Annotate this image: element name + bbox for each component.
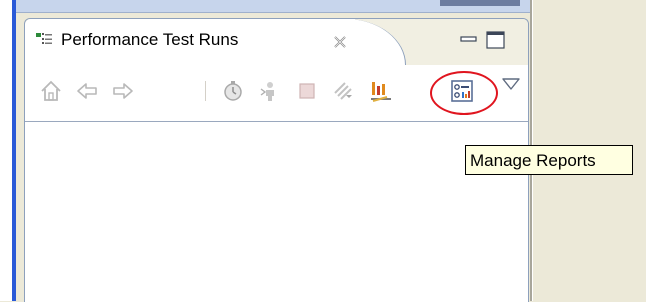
toolbar-separator	[205, 81, 206, 101]
home-icon[interactable]	[39, 79, 63, 103]
maximize-icon[interactable]	[485, 30, 507, 50]
upper-panel-scrollbar	[440, 0, 520, 6]
forward-arrow-icon[interactable]	[111, 79, 135, 103]
close-icon[interactable]	[333, 34, 347, 48]
back-arrow-icon[interactable]	[75, 79, 99, 103]
view-toolbar	[25, 65, 528, 121]
highlight-circle	[430, 71, 498, 115]
minimize-icon[interactable]	[459, 32, 479, 46]
manage-reports-tooltip: Manage Reports	[465, 145, 633, 175]
view-tab[interactable]: Performance Test Runs	[25, 19, 355, 65]
performance-test-runs-view: Performance Test Runs	[24, 18, 529, 302]
stop-icon[interactable]	[295, 79, 319, 103]
test-runs-view-icon	[35, 31, 53, 47]
left-margin	[0, 0, 12, 301]
window-left-border	[12, 0, 16, 301]
view-title: Performance Test Runs	[61, 30, 239, 49]
reports-chart-icon[interactable]	[369, 79, 393, 103]
timer-run-icon[interactable]	[221, 79, 245, 103]
view-tab-strip: Performance Test Runs	[25, 19, 528, 65]
view-menu-chevron-icon[interactable]	[499, 73, 523, 97]
user-run-icon[interactable]	[257, 79, 281, 103]
refresh-icon[interactable]	[331, 79, 355, 103]
test-runs-content-area[interactable]	[25, 121, 528, 302]
